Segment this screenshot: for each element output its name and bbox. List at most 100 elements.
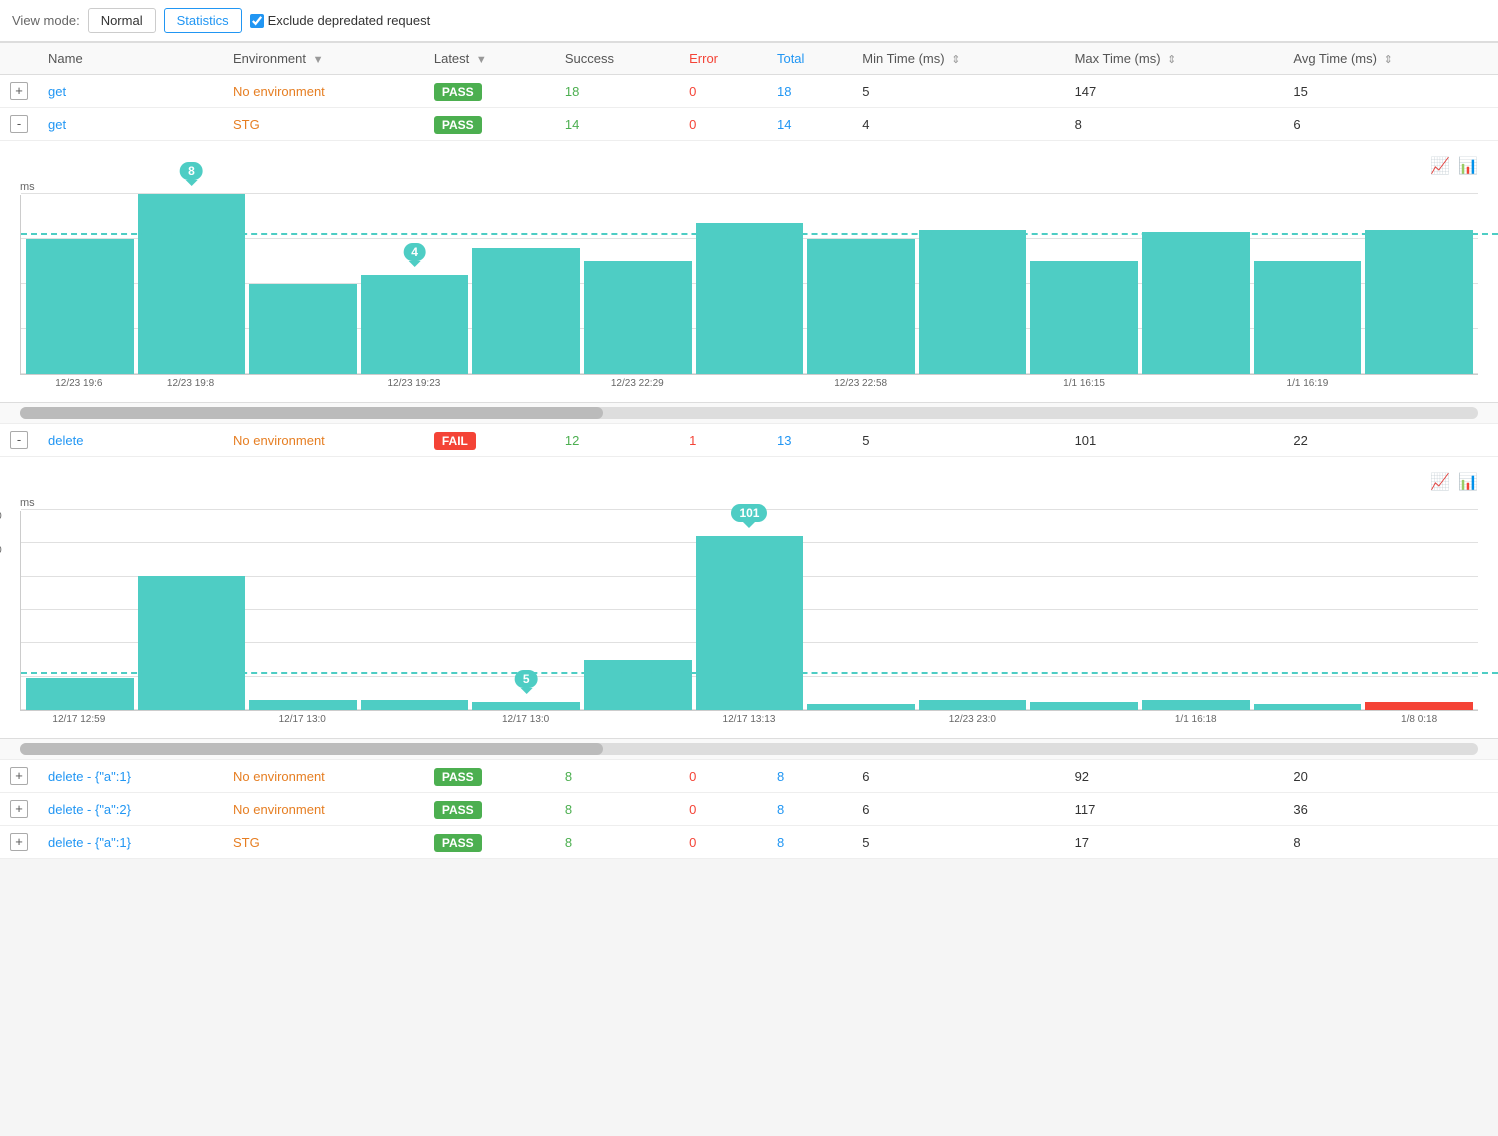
expand-button[interactable]: - bbox=[10, 431, 28, 449]
chart-bar[interactable] bbox=[1365, 230, 1473, 374]
x-label bbox=[1030, 714, 1138, 725]
chart-bar[interactable]: 101 bbox=[696, 536, 804, 710]
col-mintime-header: Min Time (ms) ⇕ bbox=[852, 43, 1064, 75]
line-chart-icon[interactable]: 📈 bbox=[1430, 472, 1450, 492]
x-label: 12/23 22:29 bbox=[583, 378, 691, 389]
maxtime-cell: 101 bbox=[1065, 424, 1284, 457]
avgtime-cell: 36 bbox=[1283, 793, 1498, 826]
error-cell: 0 bbox=[679, 108, 767, 141]
avgtime-cell: 6 bbox=[1283, 108, 1498, 141]
chart-bar[interactable] bbox=[584, 660, 692, 710]
x-label bbox=[472, 378, 580, 389]
expand-button[interactable]: - bbox=[10, 115, 28, 133]
chart-bar[interactable] bbox=[1142, 700, 1250, 710]
chart-bar[interactable]: 4 bbox=[361, 275, 469, 374]
col-error-header: Error bbox=[679, 43, 767, 75]
chart-bar[interactable] bbox=[1365, 702, 1473, 710]
env-filter-icon[interactable]: ▼ bbox=[313, 54, 324, 66]
exclude-checkbox-label[interactable]: Exclude depredated request bbox=[250, 13, 431, 28]
chart-bar[interactable] bbox=[249, 700, 357, 710]
x-label bbox=[360, 714, 468, 725]
x-label: 1/1 16:15 bbox=[1030, 378, 1138, 389]
latest-cell: PASS bbox=[424, 75, 555, 108]
chart-bar[interactable] bbox=[138, 576, 246, 710]
chart-bar[interactable] bbox=[919, 700, 1027, 710]
name-cell: delete bbox=[38, 424, 223, 457]
table-row: + get No environment PASS 18 0 18 5 147 … bbox=[0, 75, 1498, 108]
maxtime-cell: 117 bbox=[1065, 793, 1284, 826]
table-row: + delete - {"a":1} No environment PASS 8… bbox=[0, 760, 1498, 793]
latest-cell: PASS bbox=[424, 760, 555, 793]
expand-button[interactable]: + bbox=[10, 833, 28, 851]
success-cell: 8 bbox=[555, 826, 679, 859]
status-badge: PASS bbox=[434, 801, 482, 819]
chart-bar[interactable]: 8 bbox=[138, 194, 246, 374]
table-row: - get STG PASS 14 0 14 4 8 6 bbox=[0, 108, 1498, 141]
avgtime-sort-icon[interactable]: ⇕ bbox=[1384, 54, 1393, 66]
status-badge: PASS bbox=[434, 768, 482, 786]
scrollbar[interactable] bbox=[20, 407, 1478, 419]
chart-bar[interactable] bbox=[1254, 704, 1362, 710]
total-cell: 13 bbox=[767, 424, 852, 457]
line-chart-icon[interactable]: 📈 bbox=[1430, 156, 1450, 176]
x-label bbox=[695, 378, 803, 389]
maxtime-sort-icon[interactable]: ⇕ bbox=[1167, 54, 1176, 66]
x-label: 1/8 0:18 bbox=[1365, 714, 1473, 725]
error-cell: 0 bbox=[679, 760, 767, 793]
chart-bar[interactable] bbox=[807, 704, 915, 710]
btn-statistics[interactable]: Statistics bbox=[164, 8, 242, 33]
chart-bar[interactable] bbox=[1142, 232, 1250, 374]
col-env-header: Environment ▼ bbox=[223, 43, 424, 75]
chart-bar[interactable] bbox=[1030, 702, 1138, 710]
x-label bbox=[807, 714, 915, 725]
status-badge: PASS bbox=[434, 116, 482, 134]
env-cell: No environment bbox=[223, 793, 424, 826]
chart-bar[interactable] bbox=[1030, 261, 1138, 374]
chart-bar[interactable] bbox=[361, 700, 469, 710]
mintime-sort-icon[interactable]: ⇕ bbox=[951, 54, 960, 66]
chart-bar[interactable] bbox=[696, 223, 804, 374]
expand-button[interactable]: + bbox=[10, 82, 28, 100]
btn-normal[interactable]: Normal bbox=[88, 8, 156, 33]
col-total-header: Total bbox=[767, 43, 852, 75]
scrollbar-2[interactable] bbox=[20, 743, 1478, 755]
scrollbar-row bbox=[0, 403, 1498, 423]
chart-bar[interactable] bbox=[26, 239, 134, 374]
maxtime-cell: 17 bbox=[1065, 826, 1284, 859]
maxtime-cell: 8 bbox=[1065, 108, 1284, 141]
chart-bar[interactable]: 5 bbox=[472, 702, 580, 710]
chart-bar[interactable] bbox=[919, 230, 1027, 374]
expand-button[interactable]: + bbox=[10, 800, 28, 818]
mintime-cell: 5 bbox=[852, 75, 1064, 108]
avg-line: 6.2 bbox=[21, 233, 1498, 235]
mintime-cell: 4 bbox=[852, 108, 1064, 141]
chart-bar[interactable] bbox=[1254, 261, 1362, 374]
env-cell: No environment bbox=[223, 75, 424, 108]
expand-button[interactable]: + bbox=[10, 767, 28, 785]
error-cell: 0 bbox=[679, 75, 767, 108]
bar-chart-icon[interactable]: 📊 bbox=[1458, 156, 1478, 176]
chart-bar[interactable] bbox=[807, 239, 915, 374]
chart-bar[interactable] bbox=[472, 248, 580, 374]
total-cell: 18 bbox=[767, 75, 852, 108]
top-bar: View mode: Normal Statistics Exclude dep… bbox=[0, 0, 1498, 42]
y-label: ms bbox=[20, 181, 1478, 193]
x-label: 12/17 13:13 bbox=[695, 714, 803, 725]
success-cell: 18 bbox=[555, 75, 679, 108]
env-cell: No environment bbox=[223, 760, 424, 793]
chart-bar[interactable] bbox=[26, 678, 134, 710]
success-cell: 8 bbox=[555, 760, 679, 793]
x-label: 12/23 19:6 bbox=[25, 378, 133, 389]
table-row: + delete - {"a":1} STG PASS 8 0 8 5 17 8 bbox=[0, 826, 1498, 859]
x-label: 12/17 13:0 bbox=[472, 714, 580, 725]
bar-chart-icon[interactable]: 📊 bbox=[1458, 472, 1478, 492]
chart-bar[interactable] bbox=[249, 284, 357, 374]
name-cell: delete - {"a":2} bbox=[38, 793, 223, 826]
latest-filter-icon[interactable]: ▼ bbox=[476, 54, 487, 66]
exclude-checkbox[interactable] bbox=[250, 14, 264, 28]
total-cell: 8 bbox=[767, 793, 852, 826]
col-success-header: Success bbox=[555, 43, 679, 75]
avgtime-cell: 20 bbox=[1283, 760, 1498, 793]
name-cell: delete - {"a":1} bbox=[38, 760, 223, 793]
chart-bar[interactable] bbox=[584, 261, 692, 374]
